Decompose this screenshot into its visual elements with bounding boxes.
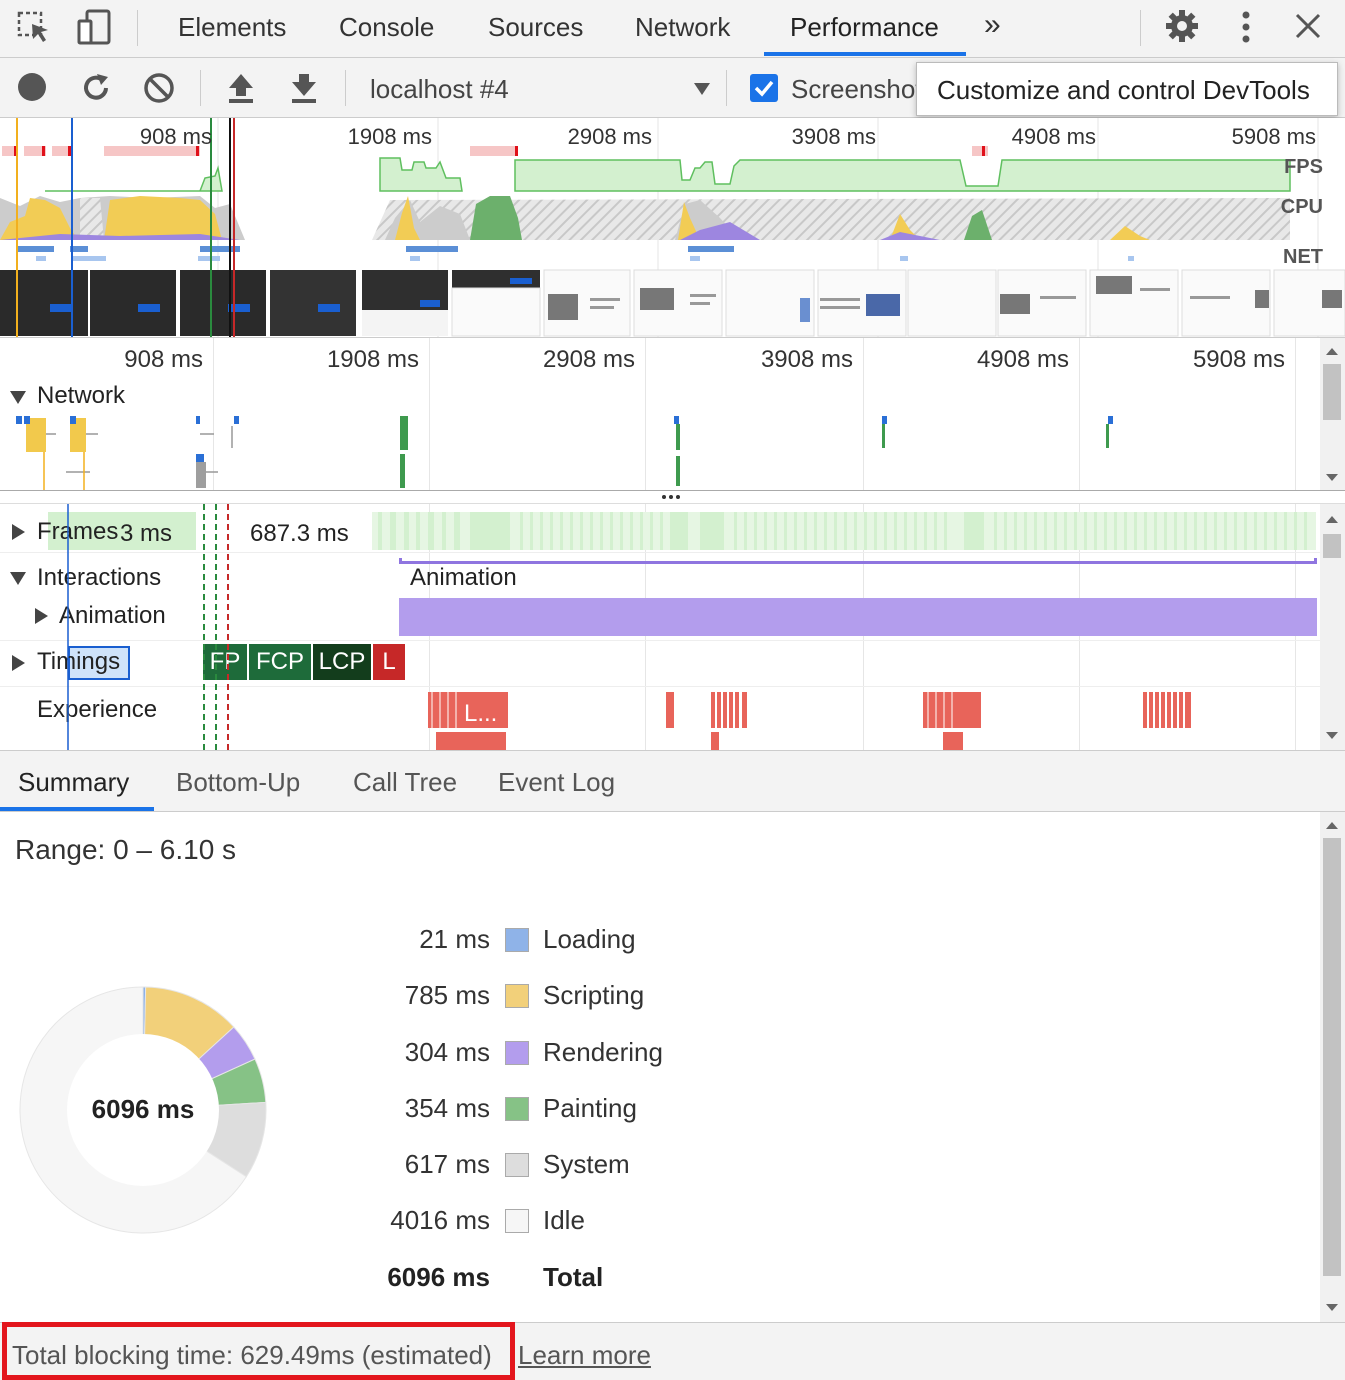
chevron-down-icon[interactable] (694, 82, 710, 100)
ruler-tick: 1908 ms (326, 346, 419, 373)
animation-bar[interactable] (399, 598, 1317, 636)
tab-divider (1140, 10, 1141, 46)
overview-tick: 908 ms (139, 124, 212, 149)
details-tab-bar: Summary Bottom-Up Call Tree Event Log (0, 750, 1345, 812)
summary-category: Painting (543, 1093, 637, 1123)
tab-bottom-up[interactable]: Bottom-Up (176, 767, 300, 798)
timing-lcp-marker[interactable]: LCP (313, 644, 371, 680)
tab-summary[interactable]: Summary (18, 767, 129, 798)
overview-tick: 2908 ms (567, 124, 652, 149)
tab-performance[interactable]: Performance (790, 12, 939, 43)
tab-sources[interactable]: Sources (488, 12, 583, 43)
network-track[interactable]: Network (0, 378, 1320, 490)
tab-event-log[interactable]: Event Log (498, 767, 615, 798)
highlight-annotation-box (2, 1322, 515, 1380)
summary-value: 4016 ms (390, 1205, 490, 1235)
ruler-tick: 908 ms (124, 346, 203, 373)
range-text: Range: 0 – 6.10 s (15, 834, 237, 865)
timing-fcp-marker[interactable]: FCP (249, 644, 311, 680)
summary-category: Rendering (543, 1037, 663, 1067)
settings-gear-icon[interactable] (1164, 8, 1200, 49)
frame-duration: 687.3 ms (250, 520, 349, 547)
overview-tick: 5908 ms (1231, 124, 1316, 149)
overview-tick: 1908 ms (347, 124, 432, 149)
timing-load-marker[interactable]: L (373, 644, 405, 680)
summary-value: 21 ms (419, 924, 490, 954)
animation-range-label: Animation (410, 564, 517, 591)
ruler-tick: 2908 ms (542, 346, 635, 373)
learn-more-link[interactable]: Learn more (518, 1340, 651, 1371)
timeline-overview[interactable]: 908 ms 1908 ms 2908 ms 3908 ms 4908 ms 5… (0, 118, 1345, 338)
experience-shift-label: L... (464, 700, 498, 727)
screenshots-checkbox[interactable] (750, 74, 778, 107)
cpu-label: CPU (1280, 196, 1323, 218)
inspect-element-icon[interactable] (16, 10, 52, 51)
net-label: NET (1283, 246, 1323, 268)
summary-total-value: 6096 ms (387, 1262, 490, 1292)
summary-total-label: Total (543, 1262, 604, 1292)
summary-scrollbar[interactable] (1320, 812, 1345, 1322)
flame-chart[interactable]: Frames 3 ms 687.3 ms Interactions Animat… (0, 504, 1320, 750)
legend-swatch (505, 1153, 529, 1177)
legend-swatch (505, 1209, 529, 1233)
ruler-tick: 5908 ms (1192, 346, 1285, 373)
tab-console[interactable]: Console (339, 12, 434, 43)
tab-divider (137, 10, 138, 46)
tab-call-tree[interactable]: Call Tree (353, 767, 457, 798)
tab-network[interactable]: Network (635, 12, 730, 43)
active-tab-indicator (0, 807, 154, 811)
customize-menu-icon[interactable] (1238, 10, 1254, 51)
flame-scrollbar[interactable] (1320, 504, 1345, 750)
overview-tick: 3908 ms (791, 124, 876, 149)
summary-category: Idle (543, 1205, 585, 1235)
timeline-scrollbar[interactable] (1320, 338, 1345, 490)
more-tabs-icon[interactable]: » (984, 8, 1001, 42)
summary-value: 617 ms (404, 1149, 490, 1179)
device-toolbar-icon[interactable] (76, 8, 112, 51)
ruler-tick: 3908 ms (760, 346, 853, 373)
load-profile-icon[interactable] (226, 72, 256, 109)
legend-swatch (505, 1097, 529, 1121)
summary-value: 354 ms (404, 1093, 490, 1123)
timeline-marker-lines (67, 504, 229, 750)
tab-elements[interactable]: Elements (178, 12, 286, 43)
save-profile-icon[interactable] (289, 72, 319, 109)
track-splitter[interactable] (0, 490, 1345, 504)
summary-category: Loading (543, 924, 636, 954)
legend-swatch (505, 984, 529, 1008)
summary-category: System (543, 1149, 630, 1179)
active-tab-indicator (764, 52, 966, 56)
overview-graphs (0, 118, 1345, 337)
close-icon[interactable] (1294, 12, 1322, 45)
timeline-ruler: 908 ms 1908 ms 2908 ms 3908 ms 4908 ms 5… (0, 338, 1320, 378)
toolbar-divider (200, 70, 201, 106)
toolbar-divider (345, 70, 346, 106)
overview-tick: 4908 ms (1011, 124, 1096, 149)
profile-select[interactable]: localhost #4 (370, 74, 509, 105)
screenshots-label[interactable]: Screenshots (791, 74, 921, 105)
toolbar-divider (726, 70, 727, 106)
animation-range-bracket (399, 558, 1317, 564)
donut-total: 6096 ms (91, 1094, 195, 1124)
summary-panel: Range: 0 – 6.10 s 6096 ms 21 ms Loading … (0, 812, 1320, 1322)
summary-value: 304 ms (404, 1037, 490, 1067)
summary-category: Scripting (543, 980, 645, 1010)
reload-record-icon[interactable] (80, 72, 112, 109)
record-icon[interactable] (17, 72, 47, 107)
fps-label: FPS (1284, 156, 1323, 178)
clear-icon[interactable] (143, 72, 175, 109)
summary-value: 785 ms (404, 980, 490, 1010)
legend-swatch (505, 928, 529, 952)
legend-swatch (505, 1041, 529, 1065)
network-requests (16, 416, 1113, 490)
devtools-tooltip: Customize and control DevTools (916, 62, 1338, 116)
ruler-tick: 4908 ms (976, 346, 1069, 373)
devtools-tab-bar: Elements Console Sources Network Perform… (0, 0, 1345, 58)
